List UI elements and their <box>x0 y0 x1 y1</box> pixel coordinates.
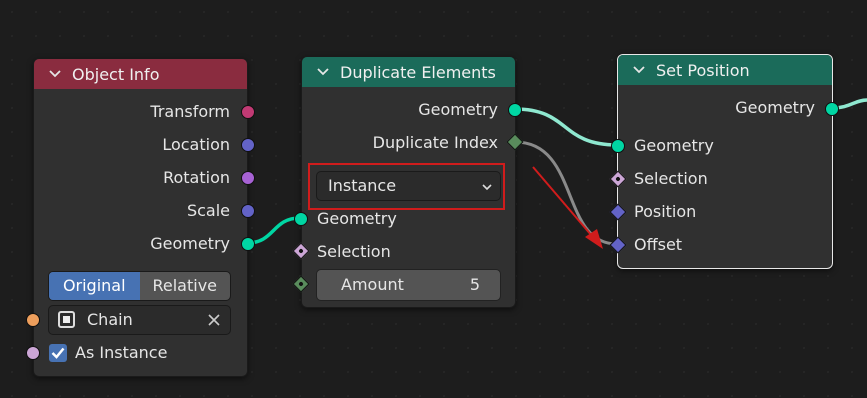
chevron-down-icon[interactable] <box>632 63 646 77</box>
object-input-socket[interactable] <box>26 313 40 327</box>
set-position-header[interactable]: Set Position <box>618 55 832 85</box>
input-selection: Selection <box>634 169 708 188</box>
original-button[interactable]: Original <box>49 272 140 300</box>
as-instance-label: As Instance <box>75 343 168 362</box>
amount-field[interactable]: Amount 5 <box>316 269 501 301</box>
object-info-node[interactable]: Object Info Transform Location Rotation … <box>33 58 248 377</box>
geometry-output-socket[interactable] <box>508 103 522 117</box>
output-transform: Transform <box>150 102 230 121</box>
transform-socket[interactable] <box>241 105 255 119</box>
duplicate-elements-header[interactable]: Duplicate Elements <box>302 57 515 87</box>
location-socket[interactable] <box>241 138 255 152</box>
annotation-highlight-box <box>308 163 505 210</box>
geometry-output-socket[interactable] <box>825 102 839 116</box>
geometry-input-socket[interactable] <box>611 139 625 153</box>
output-location: Location <box>162 135 230 154</box>
chevron-down-icon[interactable] <box>48 67 62 81</box>
output-scale: Scale <box>186 201 230 220</box>
output-duplicate-index: Duplicate Index <box>372 133 498 152</box>
amount-value: 5 <box>469 275 480 294</box>
input-selection: Selection <box>317 242 391 261</box>
node-title: Object Info <box>72 64 160 84</box>
node-title: Set Position <box>656 60 750 80</box>
annotation-arrow <box>532 166 599 244</box>
relative-button[interactable]: Relative <box>140 272 231 300</box>
output-geometry: Geometry <box>735 98 815 117</box>
node-title: Duplicate Elements <box>340 62 496 82</box>
output-geometry: Geometry <box>150 234 230 253</box>
checkmark-icon <box>51 347 65 359</box>
scale-socket[interactable] <box>241 204 255 218</box>
as-instance-checkbox[interactable] <box>49 344 67 362</box>
input-geometry: Geometry <box>634 136 714 155</box>
input-position: Position <box>634 202 697 221</box>
set-position-node[interactable]: Set Position Geometry Geometry Selection… <box>617 54 833 269</box>
object-info-header[interactable]: Object Info <box>34 59 247 89</box>
object-field[interactable]: Chain <box>48 305 231 335</box>
geometry-input-socket[interactable] <box>294 212 308 226</box>
input-offset: Offset <box>634 235 683 254</box>
transform-space-toggle: Original Relative <box>48 271 231 301</box>
object-icon <box>58 311 75 328</box>
clear-icon[interactable] <box>207 313 221 327</box>
link-index-to-offset <box>514 140 618 246</box>
rotation-socket[interactable] <box>241 171 255 185</box>
link-duplicate-to-setposition <box>514 107 618 147</box>
amount-label: Amount <box>341 275 404 294</box>
output-rotation: Rotation <box>163 168 230 187</box>
geometry-output-socket[interactable] <box>241 237 255 251</box>
chevron-down-icon[interactable] <box>316 65 330 79</box>
object-name: Chain <box>87 310 133 329</box>
as-instance-socket[interactable] <box>26 346 40 360</box>
output-geometry: Geometry <box>418 100 498 119</box>
link-geometry-to-duplicate <box>246 216 301 245</box>
